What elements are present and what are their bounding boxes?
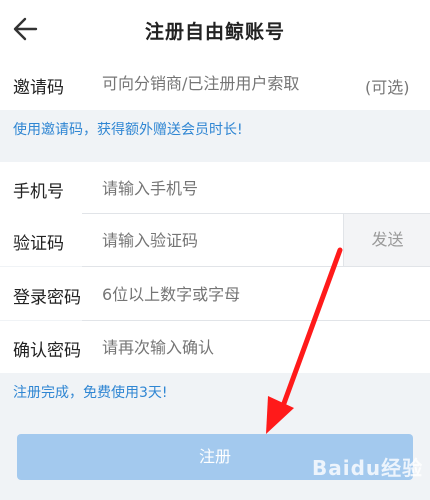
password-input[interactable] (102, 282, 402, 306)
confirm-row: 确认密码 (0, 321, 430, 373)
page-title: 注册自由鲸账号 (144, 21, 285, 43)
phone-row: 手机号 (0, 162, 430, 214)
bonus-hint: 注册完成，免费使用3天! (13, 385, 168, 401)
password-row: 登录密码 (0, 267, 430, 320)
invite-code-input[interactable] (102, 71, 352, 95)
phone-input[interactable] (102, 176, 412, 200)
invite-label: 邀请码 (13, 78, 64, 98)
baidu-watermark: Baidu经验 (312, 456, 424, 480)
confirm-password-input[interactable] (102, 335, 402, 359)
password-label: 登录密码 (13, 288, 81, 308)
code-input[interactable] (102, 228, 332, 252)
code-label: 验证码 (13, 234, 64, 254)
phone-label: 手机号 (13, 182, 64, 202)
invite-hint: 使用邀请码，获得额外赠送会员时长! (13, 122, 243, 138)
header-bar: 注册自由鲸账号 (0, 0, 430, 59)
confirm-label: 确认密码 (13, 341, 81, 361)
invite-row: 邀请码 (可选) (0, 58, 430, 110)
send-code-button[interactable]: 发送 (343, 214, 430, 266)
optional-tag: (可选) (365, 78, 410, 97)
